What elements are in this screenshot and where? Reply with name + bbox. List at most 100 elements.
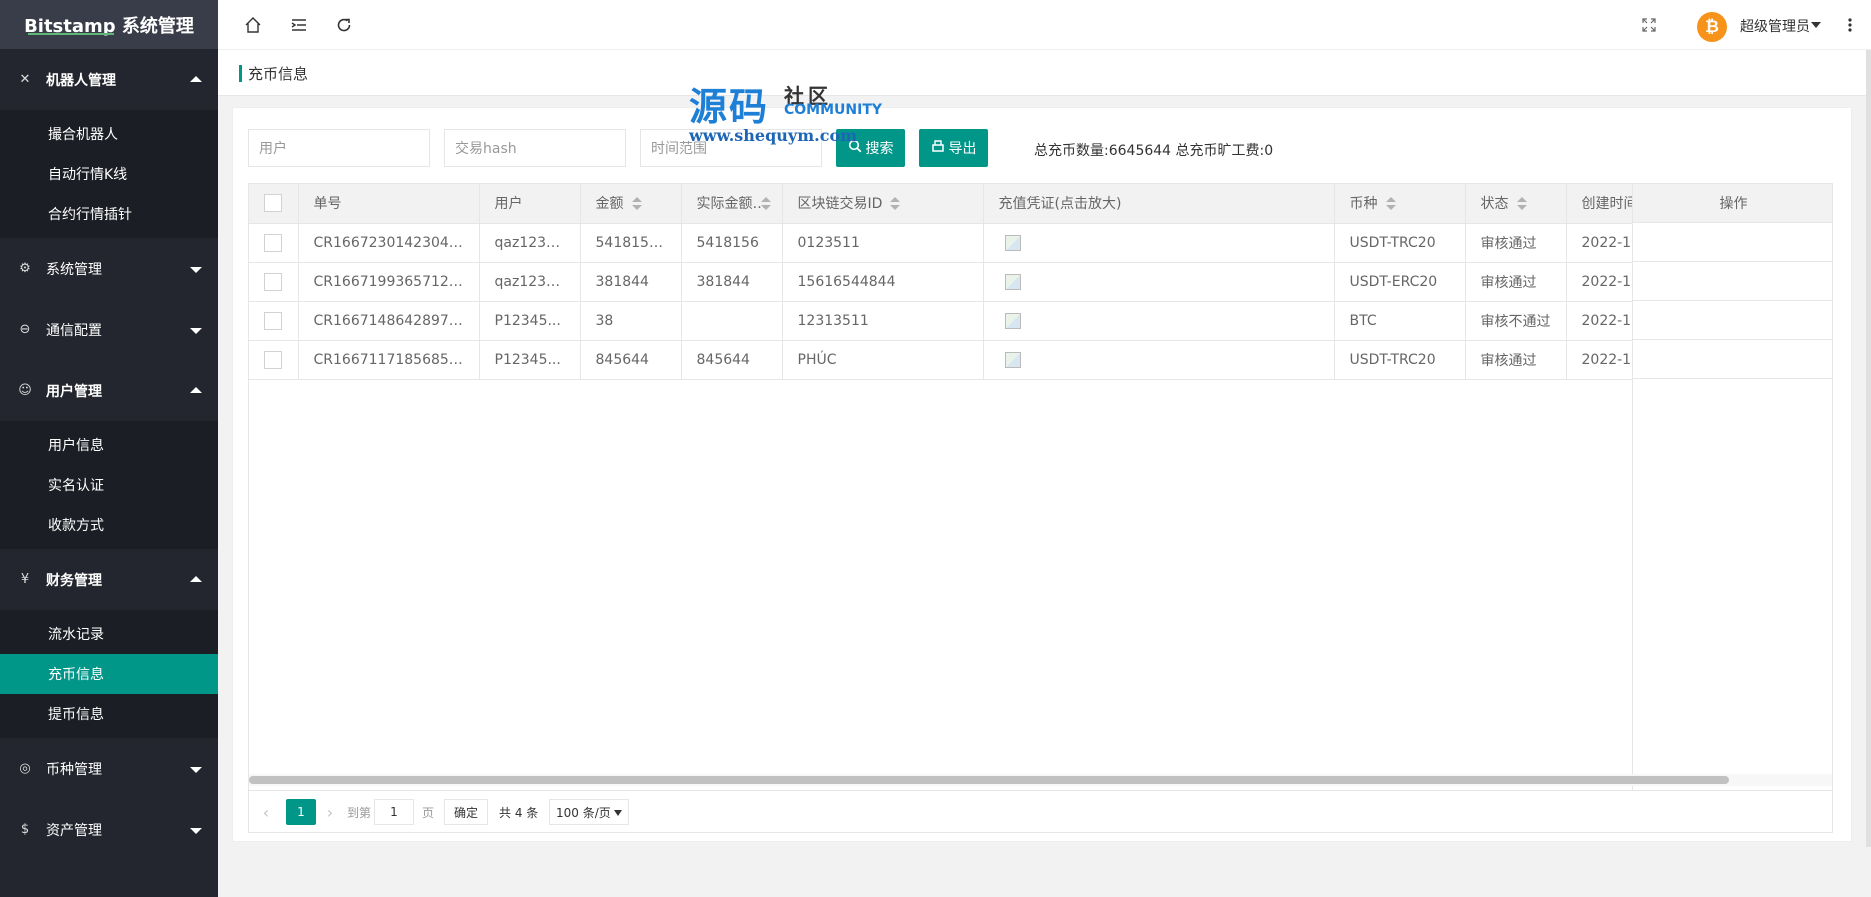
goto-page-input[interactable]: 1 xyxy=(374,799,414,825)
horizontal-scrollbar[interactable] xyxy=(249,776,1729,784)
signal-icon: ⊖ xyxy=(19,322,31,337)
row-checkbox[interactable] xyxy=(264,350,282,369)
next-page-icon[interactable]: › xyxy=(317,799,343,825)
table-row[interactable]: CR16672301423047... qaz1234... 5418156..… xyxy=(249,223,1832,263)
sidebar-item-user-info[interactable]: 用户信息 xyxy=(0,425,218,465)
col-amount[interactable]: 金额 xyxy=(580,184,682,224)
col-voucher: 充值凭证(点击放大) xyxy=(983,184,1335,224)
cell-status: 审核通过 xyxy=(1465,262,1567,302)
current-page[interactable]: 1 xyxy=(286,799,316,825)
export-button-label: 导出 xyxy=(948,141,977,157)
broken-image-icon[interactable] xyxy=(1004,273,1021,290)
sort-icon[interactable] xyxy=(1385,197,1396,211)
more-icon[interactable] xyxy=(1839,14,1861,36)
sidebar-children-user: 用户信息 实名认证 收款方式 xyxy=(0,421,218,549)
cell-actual xyxy=(681,301,783,341)
caret-down-icon xyxy=(190,327,202,334)
table-row[interactable]: CR1667117185685e9... P12345... 845644 84… xyxy=(249,340,1832,380)
sidebar-item-auto-kline[interactable]: 自动行情K线 xyxy=(0,154,218,194)
top-header: ₿ 超级管理员 xyxy=(218,0,1871,50)
prev-page-icon[interactable]: ‹ xyxy=(253,799,279,825)
sidebar-group-head-system[interactable]: ⚙ 系统管理 xyxy=(0,238,218,299)
caret-down-icon xyxy=(190,266,202,273)
cell-order: CR16671486428976... xyxy=(298,301,480,341)
cell-status: 审核不通过 xyxy=(1465,301,1567,341)
cell-coin: BTC xyxy=(1334,301,1466,341)
hash-filter-input[interactable]: 交易hash xyxy=(444,129,626,167)
select-all-checkbox[interactable] xyxy=(264,194,282,213)
main-card: 用户 交易hash 时间范围 搜索 导出 总充币数量:6645644 总充币旷工… xyxy=(232,107,1852,842)
sort-icon[interactable] xyxy=(631,197,642,211)
row-select-cell xyxy=(249,262,299,302)
row-checkbox[interactable] xyxy=(264,311,282,330)
user-filter-input[interactable]: 用户 xyxy=(248,129,430,167)
search-button[interactable]: 搜索 xyxy=(836,129,905,167)
sort-icon[interactable] xyxy=(890,197,901,211)
cell-actual: 381844 xyxy=(681,262,783,302)
sort-icon[interactable] xyxy=(1516,197,1527,211)
operation-column: 操作 xyxy=(1632,184,1832,790)
page-size-value: 100 条/页 xyxy=(556,805,611,820)
col-txid[interactable]: 区块链交易ID xyxy=(782,184,984,224)
cell-coin: USDT-TRC20 xyxy=(1334,223,1466,263)
sidebar-item-realname[interactable]: 实名认证 xyxy=(0,465,218,505)
operation-cell xyxy=(1633,262,1832,301)
user-icon: ☺ xyxy=(18,383,32,398)
sidebar-item-payment-method[interactable]: 收款方式 xyxy=(0,505,218,545)
dollar-icon: $ xyxy=(20,822,30,837)
admin-caret-icon[interactable] xyxy=(1811,22,1821,28)
sidebar-group-label: 资产管理 xyxy=(46,822,102,839)
sidebar-group-label: 财务管理 xyxy=(46,572,102,589)
sidebar-children-finance: 流水记录 充币信息 提币信息 xyxy=(0,610,218,738)
col-coin[interactable]: 币种 xyxy=(1334,184,1466,224)
col-status-label: 状态 xyxy=(1480,196,1509,213)
table-row[interactable]: CR1667199365712e... qaz1234... 381844 38… xyxy=(249,262,1832,302)
sidebar-item-deposit-info[interactable]: 充币信息 xyxy=(0,654,218,694)
page-unit-label: 页 xyxy=(422,805,435,820)
row-select-cell xyxy=(249,223,299,263)
time-range-input[interactable]: 时间范围 xyxy=(640,129,822,167)
yen-icon: ¥ xyxy=(20,572,30,587)
fullscreen-icon[interactable] xyxy=(1638,14,1660,36)
sidebar-group-head-asset[interactable]: $ 资产管理 xyxy=(0,799,218,860)
sidebar-item-contract-pin[interactable]: 合约行情插针 xyxy=(0,194,218,234)
cell-order: CR1667199365712e... xyxy=(298,262,480,302)
cell-amount: 5418156... xyxy=(580,223,682,263)
broken-image-icon[interactable] xyxy=(1004,234,1021,251)
cell-coin: USDT-TRC20 xyxy=(1334,340,1466,380)
caret-down-icon xyxy=(190,827,202,834)
menu-fold-icon[interactable] xyxy=(288,14,310,36)
sidebar-group-finance: ¥ 财务管理 流水记录 充币信息 提币信息 xyxy=(0,549,218,738)
sidebar-item-withdraw-info[interactable]: 提币信息 xyxy=(0,694,218,734)
page-size-select[interactable]: 100 条/页 xyxy=(549,799,629,825)
sidebar-item-flow-records[interactable]: 流水记录 xyxy=(0,614,218,654)
coin-icon: ◎ xyxy=(19,761,31,776)
sidebar-group-head-robot[interactable]: ✕ 机器人管理 xyxy=(0,49,218,110)
broken-image-icon[interactable] xyxy=(1004,351,1021,368)
app-logo[interactable]: Bitstamp 系统管理 xyxy=(0,0,218,49)
sidebar-group-head-coin[interactable]: ◎ 币种管理 xyxy=(0,738,218,799)
row-checkbox[interactable] xyxy=(264,233,282,252)
col-actual-amount[interactable]: 实际金额 xyxy=(681,184,783,224)
breadcrumb-marker xyxy=(239,65,242,82)
sidebar-group-head-finance[interactable]: ¥ 财务管理 xyxy=(0,549,218,610)
col-status[interactable]: 状态 xyxy=(1465,184,1567,224)
broken-image-icon[interactable] xyxy=(1004,312,1021,329)
row-checkbox[interactable] xyxy=(264,272,282,291)
admin-name[interactable]: 超级管理员 xyxy=(1740,16,1810,36)
pagination: ‹ 1 › 到第 1 页 确定 共 4 条 100 条/页 xyxy=(248,791,1833,833)
sidebar-group-head-user[interactable]: ☺ 用户管理 xyxy=(0,360,218,421)
goto-confirm-button[interactable]: 确定 xyxy=(444,799,488,825)
table-header-row: 单号 用户 金额 实际金额 区块链交易ID 充值凭证(点击放大) 币种 状态 创… xyxy=(249,184,1832,224)
sidebar-item-match-robot[interactable]: 撮合机器人 xyxy=(0,114,218,154)
table-row[interactable]: CR16671486428976... P12345... 38 1231351… xyxy=(249,301,1832,341)
export-icon xyxy=(931,139,945,157)
sidebar-group-head-comm[interactable]: ⊖ 通信配置 xyxy=(0,299,218,360)
refresh-icon[interactable] xyxy=(333,14,355,36)
cell-txid: 12313511 xyxy=(782,301,984,341)
export-button[interactable]: 导出 xyxy=(919,129,988,167)
home-icon[interactable] xyxy=(242,14,264,36)
avatar[interactable]: ₿ xyxy=(1697,12,1727,42)
vertical-scrollbar[interactable] xyxy=(1866,50,1871,847)
col-coin-label: 币种 xyxy=(1349,196,1378,213)
